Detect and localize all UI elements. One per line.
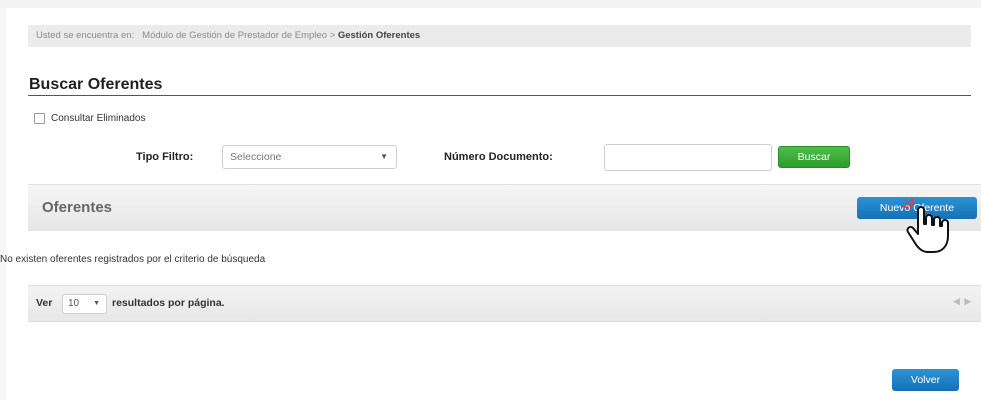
breadcrumb: Usted se encuentra en: Módulo de Gestión… <box>28 25 971 47</box>
tipo-filtro-value: Seleccione <box>230 151 282 163</box>
oferentes-panel-header <box>28 184 981 231</box>
hand-pointer-icon <box>901 198 949 253</box>
pagination-arrows[interactable]: ◀ ▶ <box>953 296 972 307</box>
ver-label: Ver <box>36 297 53 309</box>
numero-documento-label: Número Documento: <box>444 151 553 163</box>
tipo-filtro-label: Tipo Filtro: <box>136 151 194 163</box>
breadcrumb-separator: > <box>329 30 336 41</box>
consultar-eliminados-checkbox[interactable] <box>34 112 45 124</box>
results-per-page-select[interactable]: 10 ▼ <box>62 294 107 314</box>
buscar-button[interactable]: Buscar <box>778 146 850 168</box>
tipo-filtro-select[interactable]: Seleccione ▼ <box>222 145 397 169</box>
empty-results-message: No existen oferentes registrados por el … <box>0 254 266 265</box>
breadcrumb-current: Gestión Oferentes <box>337 30 421 41</box>
chevron-down-icon: ▼ <box>380 152 388 161</box>
breadcrumb-prefix: Usted se encuentra en: <box>36 30 135 41</box>
chevron-down-icon: ▼ <box>93 300 100 307</box>
title-divider <box>28 95 971 96</box>
consultar-eliminados-label: Consultar Eliminados <box>51 112 146 124</box>
results-per-page-value: 10 <box>68 298 80 309</box>
page-title: Buscar Oferentes <box>29 76 163 93</box>
numero-documento-input[interactable] <box>604 144 772 171</box>
left-border <box>0 8 6 400</box>
results-per-page-label: resultados por página. <box>112 297 225 309</box>
consultar-eliminados-row[interactable]: Consultar Eliminados <box>34 111 146 125</box>
top-border <box>0 0 981 8</box>
oferentes-panel-title: Oferentes <box>42 199 113 216</box>
volver-button[interactable]: Volver <box>892 369 959 391</box>
breadcrumb-module-link[interactable]: Módulo de Gestión de Prestador de Empleo <box>142 30 327 41</box>
